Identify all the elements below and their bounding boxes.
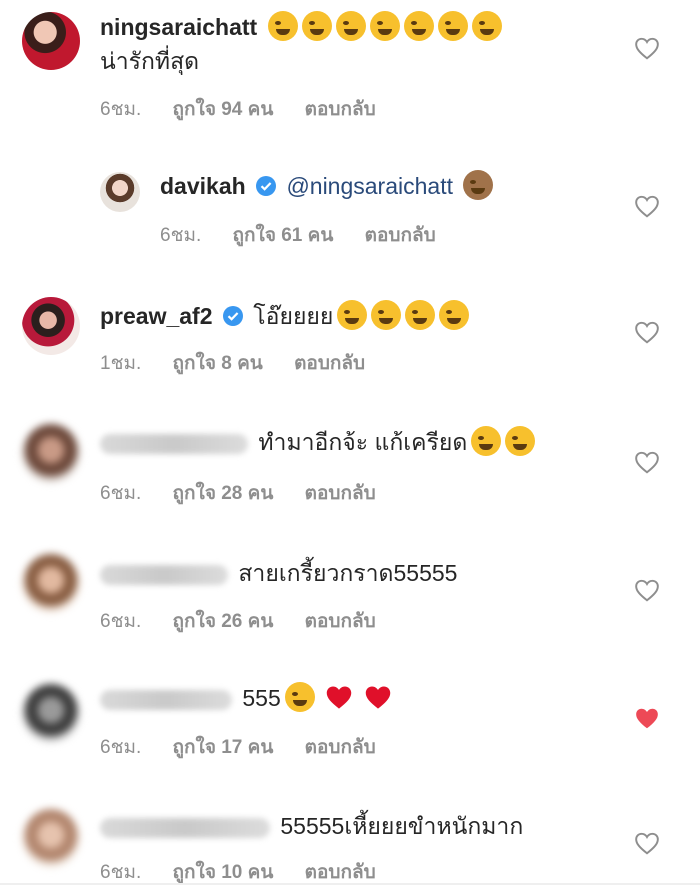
comment-time: 6ชม. [100,862,142,883]
joy-emoji [471,426,502,456]
heart-icon[interactable] [634,320,660,344]
reply-button[interactable]: ตอบกลับ [305,862,376,883]
reply-button[interactable]: ตอบกลับ [294,353,365,374]
rofl-emoji [437,11,468,41]
joy-emoji [505,426,536,456]
comment-time: 6ชม. [100,99,142,120]
rofl-emoji [267,11,298,41]
likes-count-link[interactable]: ถูกใจ 28 คน [173,483,274,504]
rofl-emoji [471,11,502,41]
comment-username[interactable]: preaw_af2 [100,303,213,329]
heart-icon[interactable] [634,194,660,218]
comment-text: โอ๊ยยยย [253,303,334,329]
blurred-username[interactable] [100,564,228,585]
avatar[interactable] [22,297,80,355]
likes-count-link[interactable]: ถูกใจ 8 คน [173,353,263,374]
comment-time: 1ชม. [100,353,142,374]
blurred-username[interactable] [100,689,232,710]
comment-username[interactable]: ningsaraichatt [100,14,257,40]
heart-filled-icon[interactable] [634,706,660,730]
red-heart-emoji [365,686,390,709]
comment-username[interactable]: davikah [160,173,246,199]
rofl-emoji [335,11,366,41]
rofl-emoji [405,300,436,330]
likes-count-link[interactable]: ถูกใจ 10 คน [173,862,274,883]
reply-button[interactable]: ตอบกลับ [305,611,376,632]
reply-button[interactable]: ตอบกลับ [305,737,376,758]
heart-icon[interactable] [634,36,660,60]
avatar[interactable] [100,172,140,212]
comment-time: 6ชม. [100,737,142,758]
likes-count-link[interactable]: ถูกใจ 26 คน [173,611,274,632]
comment-text: 555 [242,685,281,711]
rofl-emoji [403,11,434,41]
see-no-evil-monkey-emoji [463,170,494,200]
comment-time: 6ชม. [160,225,202,246]
likes-count-link[interactable]: ถูกใจ 17 คน [173,737,274,758]
mention-link[interactable]: @ningsaraichatt [286,173,453,199]
avatar[interactable] [22,554,80,612]
reply-button[interactable]: ตอบกลับ [305,483,376,504]
heart-icon[interactable] [634,450,660,474]
heart-icon[interactable] [634,578,660,602]
reply-button[interactable]: ตอบกลับ [365,225,436,246]
likes-count-link[interactable]: ถูกใจ 94 คน [173,99,274,120]
comment-text: น่ารักที่สุด [100,48,200,74]
red-heart-emoji [326,686,352,709]
avatar[interactable] [22,684,80,742]
likes-count-link[interactable]: ถูกใจ 61 คน [233,225,334,246]
comment-time: 6ชม. [100,483,142,504]
rofl-emoji [439,300,470,330]
rofl-emoji [301,11,332,41]
avatar[interactable] [22,809,80,867]
rofl-emoji [369,11,400,41]
avatar[interactable] [22,424,80,482]
comment-text: 55555เหี้ยยยขำหนักมาก [280,813,524,839]
comment-time: 6ชม. [100,611,142,632]
verified-badge-icon [256,176,277,196]
rofl-emoji [371,300,402,330]
comment-text: สายเกรี้ยวกราด55555 [238,560,458,586]
heart-icon[interactable] [634,831,660,855]
comment-text: ทำมาอีกจ้ะ แก้เครียด [258,429,468,455]
blurred-username[interactable] [100,433,248,454]
avatar[interactable] [22,12,80,70]
verified-badge-icon [222,306,243,326]
sunglasses-emoji [284,682,315,712]
reply-button[interactable]: ตอบกลับ [305,99,376,120]
rofl-emoji [337,300,368,330]
blurred-username[interactable] [100,817,270,838]
